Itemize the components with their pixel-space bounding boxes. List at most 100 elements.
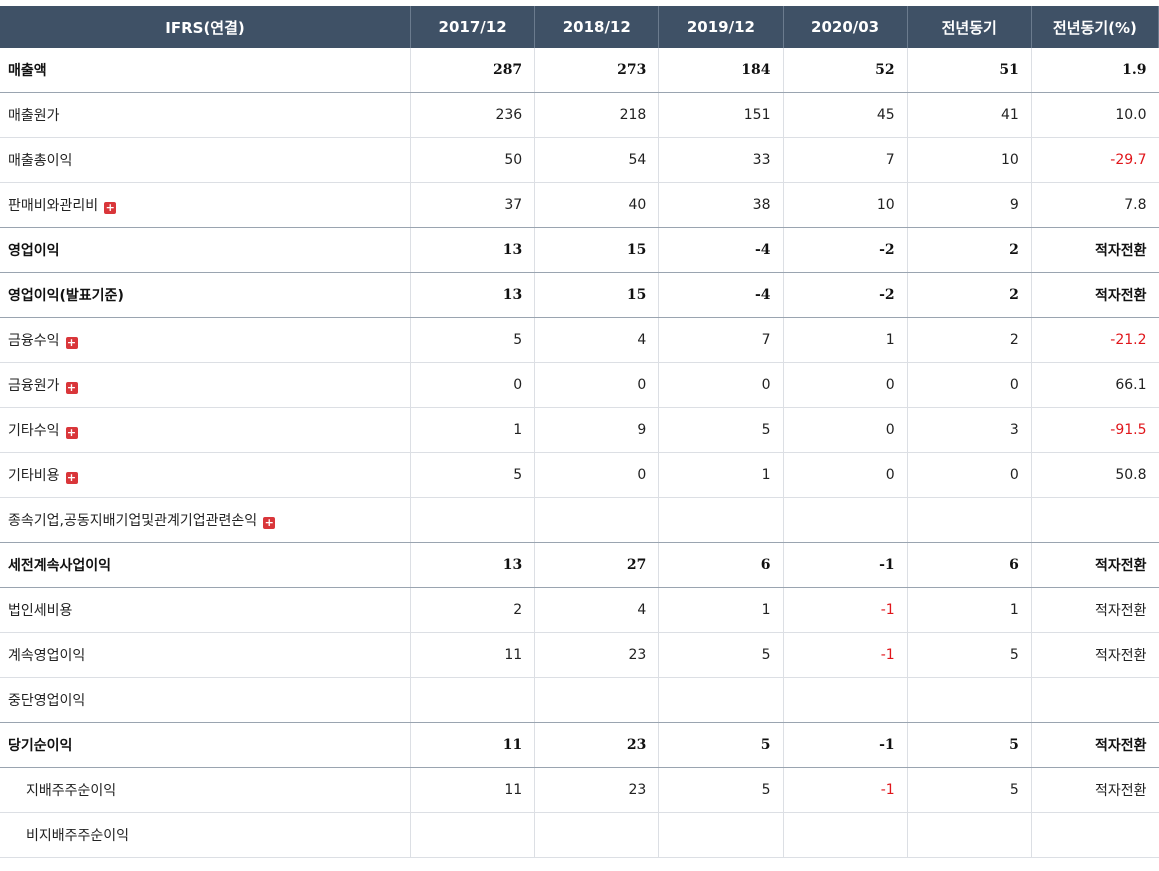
table-row: 중단영업이익: [0, 677, 1159, 723]
value-cell: -21.2: [1031, 317, 1159, 363]
header-ifrs: IFRS(연결): [0, 6, 412, 48]
value-cell: 5: [410, 317, 536, 363]
value-cell: 1: [410, 407, 536, 453]
row-label-cell: 종속기업,공동지배기업및관계기업관련손익 +: [0, 497, 412, 543]
table-row: 금융원가 +0 0 0 0 0 66.1: [0, 362, 1159, 408]
value-cell: 50: [410, 137, 536, 183]
value-cell: 0: [907, 452, 1032, 498]
value-cell: -1: [783, 722, 908, 768]
value-cell: 0: [783, 362, 908, 408]
value-cell: -1: [783, 632, 908, 678]
value-cell: -2: [783, 272, 908, 318]
value-cell: -29.7: [1031, 137, 1159, 183]
value-cell: 0: [783, 452, 908, 498]
value-cell: [534, 677, 660, 723]
value-cell: 37: [410, 182, 536, 228]
row-label-cell: 매출원가: [0, 92, 412, 138]
row-label: 비지배주주순이익: [26, 828, 130, 844]
value-cell: 23: [534, 722, 660, 768]
header-prior-period: 전년동기: [907, 6, 1032, 48]
table-row: 계속영업이익 11 23 5 -1 5 적자전환: [0, 632, 1159, 678]
value-cell: 287: [410, 48, 536, 93]
value-cell: 5: [410, 452, 536, 498]
value-cell: [658, 497, 784, 543]
row-label-cell: 영업이익: [0, 227, 412, 273]
table-row: 판매비와관리비 +37 40 38 10 9 7.8: [0, 182, 1159, 228]
value-cell: [783, 497, 908, 543]
value-cell: [907, 497, 1032, 543]
value-cell: 52: [783, 48, 908, 93]
expand-plus-icon[interactable]: +: [263, 517, 276, 529]
value-cell: 5: [907, 767, 1032, 813]
header-prior-period-pct: 전년동기(%): [1031, 6, 1159, 48]
value-cell: 184: [658, 48, 784, 93]
value-cell: -4: [658, 272, 784, 318]
value-cell: 9: [534, 407, 660, 453]
row-label: 당기순이익: [8, 738, 73, 754]
value-cell: 11: [410, 632, 536, 678]
value-cell: [658, 812, 784, 858]
value-cell: 50.8: [1031, 452, 1159, 498]
value-cell: 1: [658, 587, 784, 633]
expand-plus-icon[interactable]: +: [65, 382, 78, 394]
value-cell: 1: [658, 452, 784, 498]
row-label-cell: 법인세비용: [0, 587, 412, 633]
value-cell: 1: [783, 317, 908, 363]
value-cell: 7.8: [1031, 182, 1159, 228]
value-cell: -1: [783, 587, 908, 633]
value-cell: 45: [783, 92, 908, 138]
row-label-cell: 중단영업이익: [0, 677, 412, 723]
row-label: 지배주주순이익: [26, 783, 117, 799]
expand-plus-icon[interactable]: +: [104, 202, 117, 214]
expand-plus-icon[interactable]: +: [65, 337, 78, 349]
value-cell: 2: [907, 272, 1032, 318]
value-cell: 1.9: [1031, 48, 1159, 93]
row-label: 기타수익: [8, 423, 60, 439]
value-cell: -91.5: [1031, 407, 1159, 453]
header-2018-12: 2018/12: [534, 6, 660, 48]
value-cell: 151: [658, 92, 784, 138]
row-label: 판매비와관리비: [8, 198, 99, 214]
value-cell: 13: [410, 272, 536, 318]
value-cell: [783, 677, 908, 723]
value-cell: 0: [534, 452, 660, 498]
value-cell: 2: [410, 587, 536, 633]
value-cell: 5: [658, 722, 784, 768]
row-label: 매출액: [8, 63, 47, 79]
value-cell: 27: [534, 542, 660, 588]
value-cell: 273: [534, 48, 660, 93]
value-cell: 적자전환: [1031, 227, 1159, 273]
row-label: 영업이익(발표기준): [8, 288, 124, 304]
row-label-cell: 금융수익 +: [0, 317, 412, 363]
value-cell: 13: [410, 227, 536, 273]
value-cell: 66.1: [1031, 362, 1159, 408]
row-label-cell: 기타수익 +: [0, 407, 412, 453]
expand-plus-icon[interactable]: +: [65, 427, 78, 439]
table-row: 기타비용 +5 0 1 0 0 50.8: [0, 452, 1159, 498]
row-label-cell: 지배주주순이익: [0, 767, 412, 813]
value-cell: [1031, 497, 1159, 543]
value-cell: 54: [534, 137, 660, 183]
value-cell: 38: [658, 182, 784, 228]
row-label-cell: 기타비용 +: [0, 452, 412, 498]
value-cell: -4: [658, 227, 784, 273]
value-cell: -1: [783, 542, 908, 588]
table-row: 매출총이익 50 54 33 7 10 -29.7: [0, 137, 1159, 183]
value-cell: 적자전환: [1031, 632, 1159, 678]
value-cell: [783, 812, 908, 858]
row-label-cell: 영업이익(발표기준): [0, 272, 412, 318]
value-cell: 2: [907, 227, 1032, 273]
value-cell: 33: [658, 137, 784, 183]
value-cell: 4: [534, 587, 660, 633]
value-cell: 6: [658, 542, 784, 588]
value-cell: 6: [907, 542, 1032, 588]
row-label: 중단영업이익: [8, 693, 86, 709]
row-label-cell: 매출총이익: [0, 137, 412, 183]
value-cell: 4: [534, 317, 660, 363]
expand-plus-icon[interactable]: +: [65, 472, 78, 484]
value-cell: 0: [907, 362, 1032, 408]
value-cell: 236: [410, 92, 536, 138]
income-statement-table: IFRS(연결) 2017/12 2018/12 2019/12 2020/03…: [0, 6, 1159, 858]
value-cell: 13: [410, 542, 536, 588]
value-cell: [410, 497, 536, 543]
